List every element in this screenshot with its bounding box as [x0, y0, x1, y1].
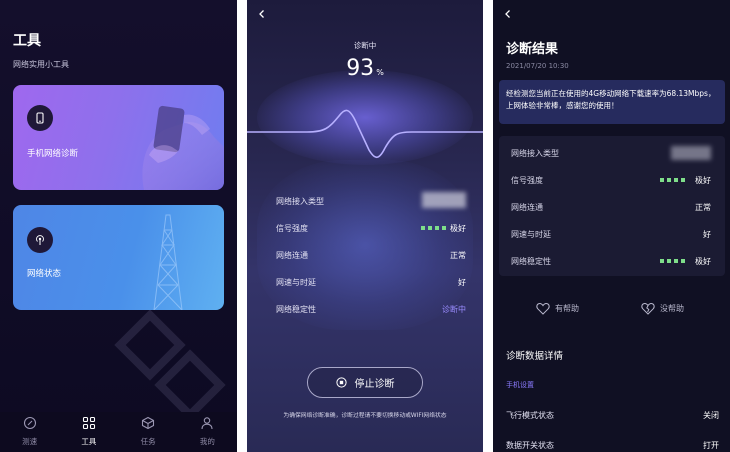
row-value: 正常	[695, 203, 711, 212]
diamond-pattern-decoration	[114, 309, 226, 421]
row-label: 数据开关状态	[506, 441, 554, 450]
tab-tools[interactable]: 工具	[59, 412, 118, 452]
diagnosis-row: 网络连通 正常	[276, 250, 466, 262]
row-label: 网络稳定性	[276, 305, 316, 314]
row-label: 信号强度	[276, 224, 308, 233]
row-label: 网络接入类型	[511, 149, 559, 158]
bottom-tab-bar: 测速 工具 任务 我的	[0, 412, 237, 452]
settings-row: 飞行模式状态 关闭	[506, 410, 719, 422]
row-value: 极好	[695, 257, 711, 266]
row-label: 网络连通	[511, 203, 543, 212]
tools-screen: 工具 网络实用小工具 手机网络诊断 网络状态 测速 工具 任务 我的	[0, 0, 237, 452]
back-arrow-icon[interactable]	[257, 9, 267, 19]
tab-label: 任务	[140, 437, 156, 446]
diagnosis-note: 为确保网络诊断准确，诊断过程请不要切换移动或WIFI网络状态	[283, 413, 447, 419]
blurred-value	[671, 146, 711, 160]
tab-label: 我的	[199, 437, 215, 446]
row-value: 打开	[703, 441, 719, 450]
diagnosing-screen: 诊断中 93% 网络接入类型 信号强度 极好 网络连通 正常 网速与时延 好 网…	[247, 0, 483, 452]
details-section-title: 诊断数据详情	[506, 351, 564, 362]
settings-row: 数据开关状态 打开	[506, 440, 719, 452]
row-label: 飞行模式状态	[506, 411, 554, 420]
phone-icon	[27, 105, 53, 131]
network-status-card[interactable]: 网络状态	[13, 205, 224, 310]
signal-bars-icon	[421, 226, 446, 230]
diagnosis-row: 网络接入类型	[276, 192, 466, 208]
tab-tasks[interactable]: 任务	[119, 412, 178, 452]
diagnosis-row: 网络稳定性 诊断中	[276, 304, 466, 316]
hands-holding-phone-illustration	[142, 105, 224, 190]
heart-icon	[536, 303, 550, 315]
tab-mine[interactable]: 我的	[178, 412, 237, 452]
row-value: 好	[703, 230, 711, 239]
row-value: 好	[458, 278, 466, 287]
progress-unit: %	[376, 68, 384, 77]
page-title: 诊断结果	[506, 42, 559, 57]
tab-label: 测速	[22, 437, 38, 446]
row-value: 正常	[450, 251, 466, 260]
row-label: 网络稳定性	[511, 257, 551, 266]
user-icon	[201, 417, 213, 430]
tab-speedtest[interactable]: 测速	[0, 412, 59, 452]
diagnosis-row: 信号强度 极好	[276, 223, 466, 235]
phone-settings-subtitle: 手机设置	[506, 381, 534, 389]
row-label: 网速与时延	[511, 230, 551, 239]
signal-tower-icon	[27, 227, 53, 253]
row-label: 网络接入类型	[276, 197, 324, 206]
stop-button-label: 停止诊断	[354, 379, 395, 390]
results-screen: 诊断结果 2021/07/20 10:30 经检测您当前正在使用的4G移动网络下…	[493, 0, 730, 452]
progress-percent: 93%	[247, 56, 483, 81]
grid-icon	[82, 416, 95, 430]
not-helpful-button[interactable]: 没帮助	[641, 302, 684, 315]
result-row: 网速与时延 好	[505, 229, 713, 241]
row-value: 诊断中	[442, 305, 466, 314]
card-label: 网络状态	[27, 269, 62, 279]
result-row: 信号强度 极好	[505, 175, 713, 187]
phone-diagnosis-card[interactable]: 手机网络诊断	[13, 85, 224, 190]
tab-label: 工具	[81, 437, 97, 446]
diagnosis-waveform	[247, 109, 483, 159]
cube-icon	[142, 416, 155, 430]
row-label: 信号强度	[511, 176, 543, 185]
compass-icon	[23, 416, 36, 430]
back-arrow-icon[interactable]	[503, 9, 513, 19]
row-value: 极好	[450, 224, 466, 233]
result-row: 网络接入类型	[505, 146, 713, 160]
result-row: 网络连通 正常	[505, 202, 713, 214]
row-label: 网速与时延	[276, 278, 316, 287]
stop-circle-icon	[335, 377, 347, 388]
helpful-button[interactable]: 有帮助	[536, 302, 579, 315]
not-helpful-label: 没帮助	[660, 304, 684, 313]
progress-value: 93	[346, 56, 375, 81]
blurred-value	[422, 192, 466, 208]
signal-bars-icon	[660, 259, 685, 263]
result-date: 2021/07/20 10:30	[506, 62, 569, 70]
signal-bars-icon	[660, 178, 685, 182]
diagnosis-status: 诊断中	[353, 41, 377, 50]
page-subtitle: 网络实用小工具	[13, 60, 69, 69]
diagnosis-row: 网速与时延 好	[276, 277, 466, 289]
row-value: 关闭	[703, 411, 719, 420]
result-summary: 经检测您当前正在使用的4G移动网络下载速率为68.13Mbps，上网体验非常棒，…	[499, 80, 725, 124]
helpful-label: 有帮助	[555, 304, 579, 313]
row-label: 网络连通	[276, 251, 308, 260]
row-value: 极好	[695, 176, 711, 185]
stop-diagnosis-button[interactable]: 停止诊断	[307, 367, 423, 398]
card-label: 手机网络诊断	[27, 149, 79, 159]
signal-tower-illustration	[153, 214, 183, 310]
broken-heart-icon	[641, 303, 655, 315]
page-title: 工具	[13, 33, 41, 49]
result-row: 网络稳定性 极好	[505, 256, 713, 268]
